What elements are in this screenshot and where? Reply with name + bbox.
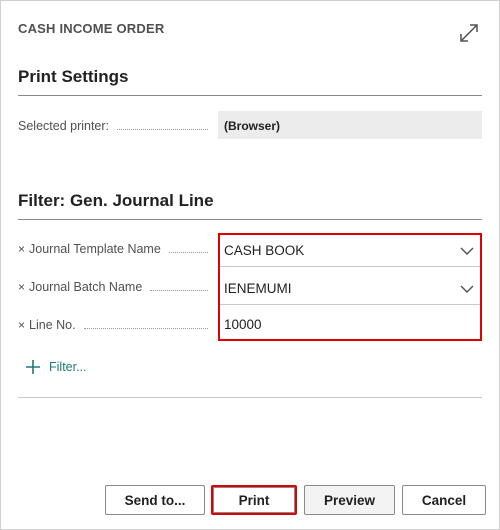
- remove-filter-icon[interactable]: ×: [18, 318, 25, 332]
- section-divider: [18, 95, 482, 96]
- selected-printer-value[interactable]: (Browser): [218, 111, 482, 139]
- preview-button[interactable]: Preview: [304, 485, 395, 515]
- selected-printer-label: Selected printer:: [18, 119, 208, 133]
- filter-fields-highlight: CASH BOOK IENEMUMI 10000: [218, 233, 482, 341]
- dialog-caption: CASH INCOME ORDER: [18, 21, 165, 36]
- report-request-dialog: CASH INCOME ORDER Print Settings Selecte…: [0, 0, 500, 530]
- line-no-input[interactable]: 10000: [220, 311, 480, 341]
- label-leader-dots: [83, 327, 208, 329]
- journal-template-name-select[interactable]: CASH BOOK: [220, 237, 480, 267]
- label-leader-dots: [150, 289, 208, 291]
- add-filter-link[interactable]: Filter...: [25, 359, 87, 375]
- chevron-down-icon[interactable]: [460, 246, 474, 256]
- selected-printer-label-text: Selected printer:: [18, 119, 110, 133]
- print-button[interactable]: Print: [211, 485, 297, 515]
- chevron-down-icon[interactable]: [460, 284, 474, 294]
- label-leader-dots: [117, 128, 208, 130]
- journal-batch-name-label: × Journal Batch Name: [18, 280, 208, 294]
- journal-batch-name-value: IENEMUMI: [224, 281, 292, 296]
- remove-filter-icon[interactable]: ×: [18, 280, 25, 294]
- section-divider: [18, 219, 482, 220]
- journal-template-name-label-text: Journal Template Name: [29, 242, 161, 256]
- line-no-label: × Line No.: [18, 318, 208, 332]
- expand-button[interactable]: [457, 21, 481, 45]
- line-no-label-text: Line No.: [29, 318, 76, 332]
- journal-template-name-label: × Journal Template Name: [18, 242, 208, 256]
- plus-icon: [26, 360, 40, 374]
- journal-batch-name-select[interactable]: IENEMUMI: [220, 275, 480, 305]
- remove-filter-icon[interactable]: ×: [18, 242, 25, 256]
- print-settings-title: Print Settings: [18, 67, 129, 86]
- label-leader-dots: [168, 251, 208, 253]
- line-no-value: 10000: [224, 317, 262, 332]
- add-filter-label: Filter...: [49, 360, 87, 374]
- journal-batch-name-label-text: Journal Batch Name: [29, 280, 143, 294]
- filter-section-title: Filter: Gen. Journal Line: [18, 191, 214, 210]
- section-divider: [18, 397, 482, 398]
- expand-arrows-icon: [460, 24, 478, 42]
- cancel-button[interactable]: Cancel: [402, 485, 486, 515]
- send-to-button[interactable]: Send to...: [105, 485, 205, 515]
- journal-template-name-value: CASH BOOK: [224, 243, 305, 258]
